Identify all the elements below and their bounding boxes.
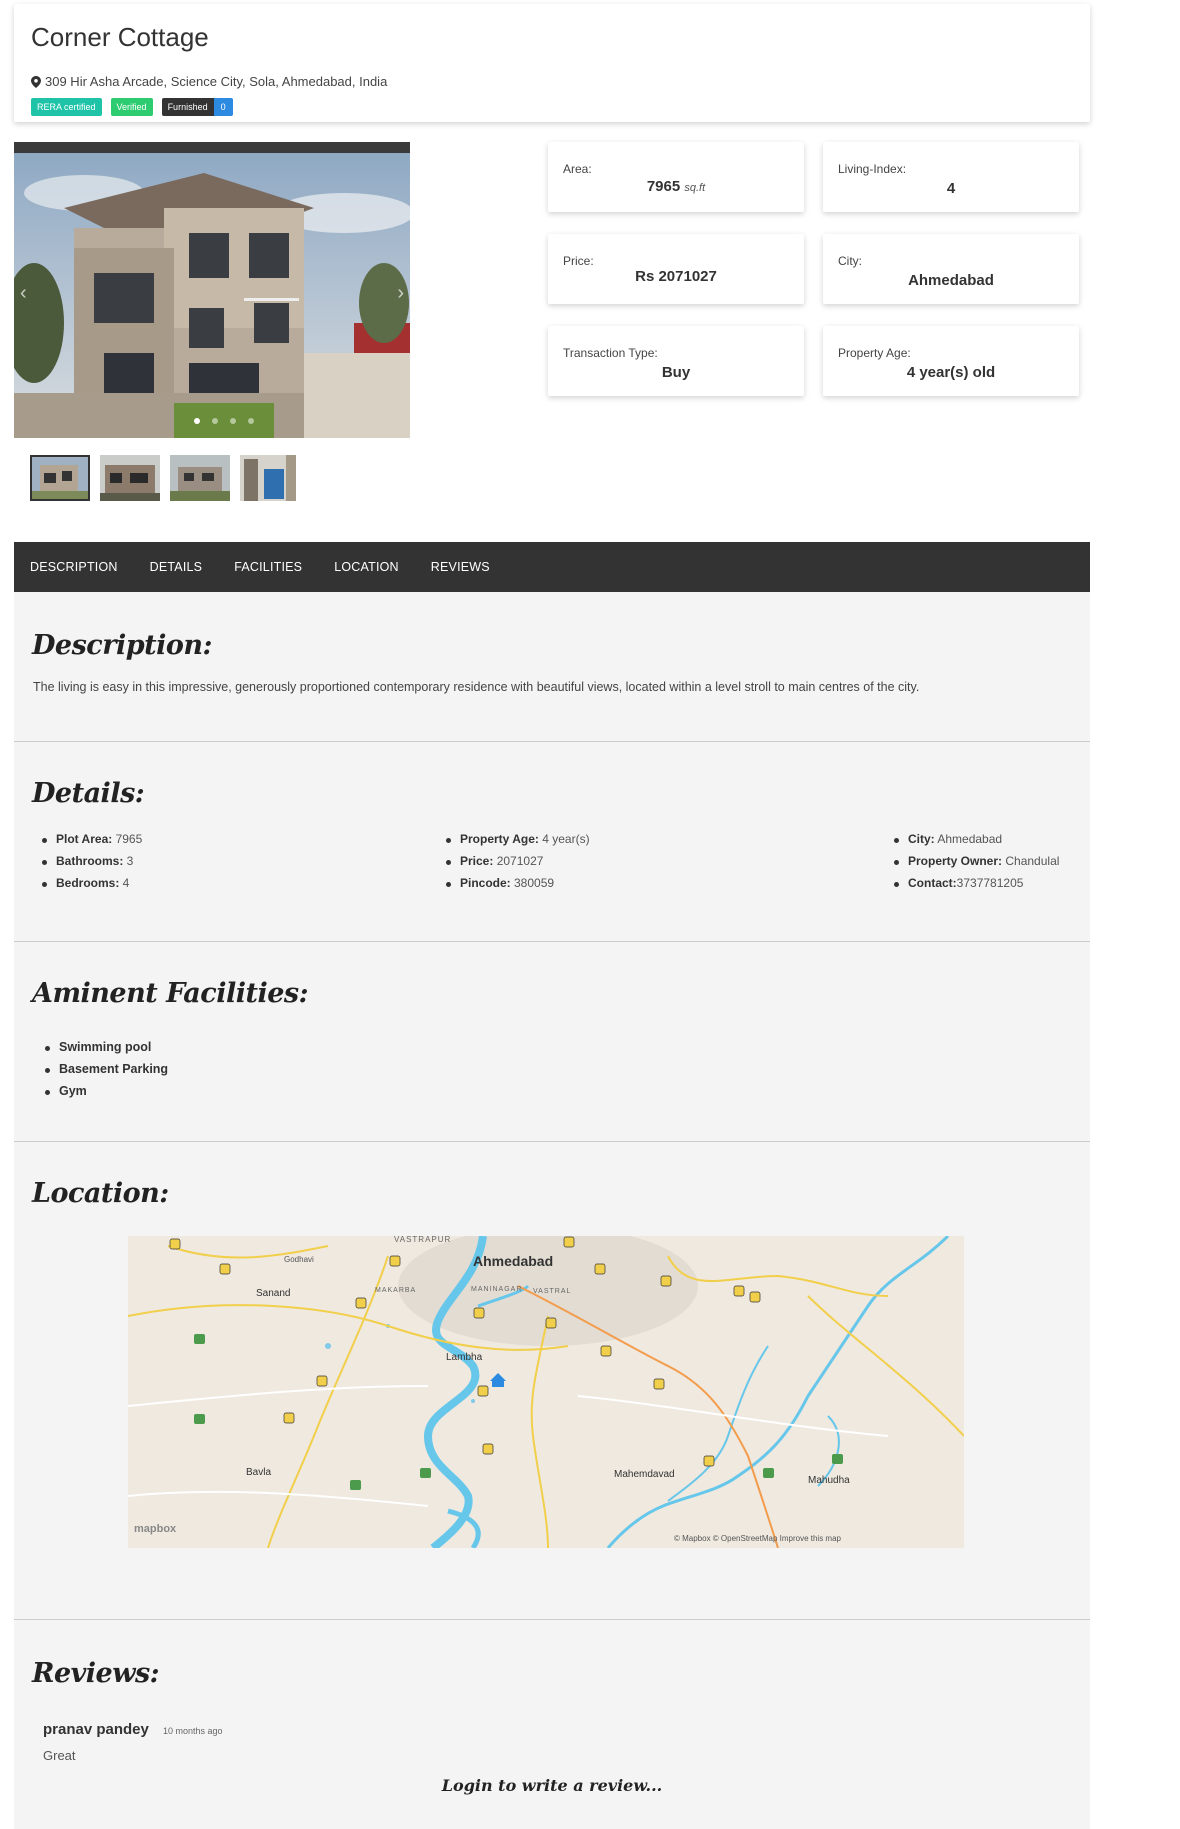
- carousel-dots: [194, 418, 254, 424]
- map-label-makarba: MAKARBA: [375, 1287, 416, 1294]
- city-card: City: Ahmedabad: [823, 234, 1079, 304]
- details-column-1: Plot Area: 7965 Bathrooms: 3 Bedrooms: 4: [40, 832, 142, 898]
- carousel-dot[interactable]: [248, 418, 254, 424]
- facilities-heading: Aminent Facilities:: [32, 978, 309, 1009]
- detail-item: Price: 2071027: [444, 854, 590, 876]
- reviews-heading: Reviews:: [32, 1658, 160, 1689]
- property-title: Corner Cottage: [31, 22, 209, 52]
- description-section: Description: The living is easy in this …: [14, 592, 1090, 742]
- city-value: Ahmedabad: [908, 272, 994, 289]
- tab-details[interactable]: DETAILS: [150, 560, 203, 574]
- map-label-godhavi: Godhavi: [284, 1255, 314, 1264]
- location-heading: Location:: [32, 1178, 169, 1209]
- living-index-label: Living-Index:: [838, 162, 907, 176]
- detail-item: Bathrooms: 3: [40, 854, 142, 876]
- property-photo: [14, 153, 410, 438]
- map-label-mahudha: Mahudha: [808, 1475, 850, 1486]
- area-label: Area:: [563, 162, 592, 176]
- verified-badge: Verified: [110, 98, 153, 116]
- reviews-section: Reviews: pranav pandey 10 months ago Gre…: [14, 1620, 1090, 1829]
- facilities-list: Swimming pool Basement Parking Gym: [43, 1040, 168, 1106]
- furnished-badge: Furnished 0: [161, 98, 233, 116]
- age-value: 4 year(s) old: [906, 364, 996, 381]
- detail-item: Property Owner: Chandulal: [892, 854, 1059, 876]
- carousel-next-icon[interactable]: ›: [397, 282, 404, 305]
- area-value: 7965 sq.ft: [548, 178, 804, 195]
- living-index-card: Living-Index: 4: [823, 142, 1079, 212]
- facility-item: Basement Parking: [43, 1062, 168, 1084]
- thumbnail[interactable]: [30, 455, 90, 501]
- description-text: The living is easy in this impressive, g…: [33, 680, 920, 694]
- carousel-prev-icon[interactable]: ‹: [20, 282, 27, 305]
- price-label: Price:: [563, 254, 594, 268]
- tab-location[interactable]: LOCATION: [334, 560, 399, 574]
- details-column-3: City: Ahmedabad Property Owner: Chandula…: [892, 832, 1059, 898]
- reviewer-name: pranav pandey: [43, 1721, 149, 1738]
- details-heading: Details:: [32, 778, 145, 809]
- badge-row: RERA certified Verified Furnished 0: [31, 98, 233, 116]
- furnished-label: Furnished: [161, 98, 214, 116]
- facility-item: Gym: [43, 1084, 168, 1106]
- photo-carousel[interactable]: ‹ ›: [14, 142, 410, 438]
- map-label-maninagar: MANINAGAR: [471, 1286, 522, 1293]
- login-to-review-link[interactable]: Login to write a review...: [14, 1776, 1090, 1795]
- review-text: Great: [43, 1748, 76, 1763]
- map-label-vastrapur: VASTRAPUR: [394, 1236, 451, 1244]
- address-text: 309 Hir Asha Arcade, Science City, Sola,…: [45, 74, 388, 89]
- details-section: Details: Plot Area: 7965 Bathrooms: 3 Be…: [14, 742, 1090, 942]
- area-card: Area: 7965 sq.ft: [548, 142, 804, 212]
- carousel-dot[interactable]: [230, 418, 236, 424]
- carousel-dot[interactable]: [212, 418, 218, 424]
- detail-item: Pincode: 380059: [444, 876, 590, 898]
- city-label: City:: [838, 254, 862, 268]
- map-label-lambha: Lambha: [446, 1352, 483, 1363]
- detail-item: Contact:3737781205: [892, 876, 1059, 898]
- age-card: Property Age: 4 year(s) old: [823, 326, 1079, 396]
- detail-item: City: Ahmedabad: [892, 832, 1059, 854]
- carousel-dot[interactable]: [194, 418, 200, 424]
- tab-facilities[interactable]: FACILITIES: [234, 560, 302, 574]
- transaction-label: Transaction Type:: [563, 346, 658, 360]
- map-attribution: © Mapbox © OpenStreetMap Improve this ma…: [674, 1534, 842, 1543]
- map-label-sanand: Sanand: [256, 1288, 290, 1299]
- mapbox-logo: mapbox: [134, 1523, 177, 1535]
- detail-item: Property Age: 4 year(s): [444, 832, 590, 854]
- thumbnail[interactable]: [240, 455, 296, 501]
- thumbnail[interactable]: [100, 455, 160, 501]
- description-heading: Description:: [32, 630, 212, 661]
- thumbnail[interactable]: [170, 455, 230, 501]
- content-panel: Description: The living is easy in this …: [14, 592, 1090, 1829]
- tab-reviews[interactable]: REVIEWS: [431, 560, 490, 574]
- detail-item: Bedrooms: 4: [40, 876, 142, 898]
- tab-description[interactable]: DESCRIPTION: [30, 560, 118, 574]
- area-number: 7965: [646, 178, 681, 195]
- furnished-count: 0: [213, 98, 233, 116]
- age-label: Property Age:: [838, 346, 911, 360]
- detail-item: Plot Area: 7965: [40, 832, 142, 854]
- location-map[interactable]: Ahmedabad VASTRAPUR Godhavi Sanand MAKAR…: [128, 1236, 964, 1548]
- facilities-section: Aminent Facilities: Swimming pool Baseme…: [14, 942, 1090, 1142]
- rera-badge: RERA certified: [31, 98, 102, 116]
- thumbnail-strip: [30, 455, 296, 501]
- section-tabbar: DESCRIPTION DETAILS FACILITIES LOCATION …: [14, 542, 1090, 592]
- property-address: 309 Hir Asha Arcade, Science City, Sola,…: [31, 74, 387, 89]
- property-header-card: Corner Cottage 309 Hir Asha Arcade, Scie…: [14, 4, 1090, 122]
- price-value: Rs 2071027: [635, 268, 717, 285]
- review-time: 10 months ago: [163, 1726, 223, 1736]
- details-column-2: Property Age: 4 year(s) Price: 2071027 P…: [444, 832, 590, 898]
- map-label-mahemdavad: Mahemdavad: [614, 1469, 675, 1480]
- transaction-value: Buy: [661, 364, 691, 381]
- facility-item: Swimming pool: [43, 1040, 168, 1062]
- living-index-value: 4: [946, 180, 956, 197]
- map-label-bavla: Bavla: [246, 1467, 271, 1478]
- map-marker-icon: [31, 75, 41, 88]
- location-section: Location: Ahmedabad VASTRAPUR Godhavi Sa…: [14, 1142, 1090, 1620]
- price-card: Price: Rs 2071027: [548, 234, 804, 304]
- carousel-topbar: [14, 142, 410, 153]
- map-label-vastral: VASTRAL: [533, 1288, 571, 1295]
- area-unit: sq.ft: [684, 182, 706, 194]
- transaction-card: Transaction Type: Buy: [548, 326, 804, 396]
- map-label-city: Ahmedabad: [473, 1253, 553, 1269]
